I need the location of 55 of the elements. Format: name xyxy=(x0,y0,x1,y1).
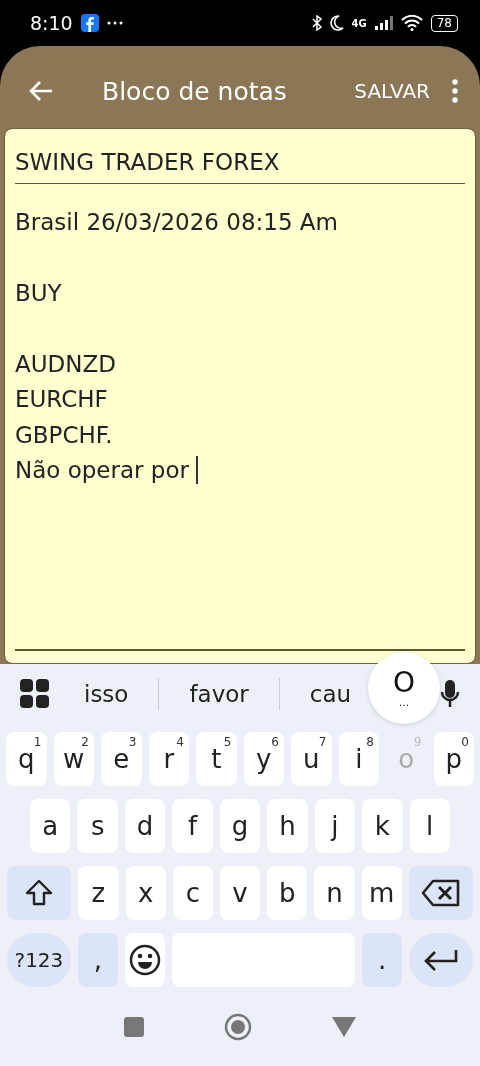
clock-time: 8:10 xyxy=(30,12,73,34)
letter-key[interactable]: z xyxy=(78,866,119,920)
bluetooth-icon xyxy=(311,15,322,31)
letter-key[interactable]: f xyxy=(172,799,213,853)
key-preview-letter: O xyxy=(392,668,415,698)
letter-key[interactable]: n xyxy=(314,866,355,920)
letter-key[interactable]: l xyxy=(409,799,450,853)
enter-icon xyxy=(423,948,460,972)
letter-key[interactable]: h xyxy=(267,799,308,853)
suggestion-chip[interactable]: favor xyxy=(159,678,280,710)
save-button[interactable]: SALVAR xyxy=(350,75,434,107)
backspace-key[interactable] xyxy=(408,866,474,920)
note-line: EURCHF xyxy=(15,386,108,413)
moon-icon xyxy=(329,15,344,31)
note-line: GBPCHF. xyxy=(15,421,113,448)
letter-key[interactable]: x xyxy=(125,866,166,920)
note-line: Não operar por xyxy=(15,457,190,484)
note-title[interactable]: SWING TRADER FOREX xyxy=(15,149,465,184)
battery-level: 78 xyxy=(430,14,458,32)
signal-icon xyxy=(374,16,393,30)
letter-key[interactable]: a xyxy=(30,799,71,853)
suggestion-chip[interactable]: isso xyxy=(54,678,160,710)
enter-key[interactable] xyxy=(409,933,473,987)
letter-key[interactable]: g xyxy=(219,799,261,853)
note-line: BUY xyxy=(15,279,62,306)
emoji-key[interactable] xyxy=(124,933,165,987)
note-line: Brasil 26/03/2026 08:15 Am xyxy=(15,208,338,235)
recents-button[interactable] xyxy=(124,1016,144,1037)
smiley-icon xyxy=(128,944,161,976)
letter-key[interactable]: c xyxy=(172,866,213,920)
letter-key[interactable]: m xyxy=(361,866,402,920)
letter-key[interactable]: s xyxy=(77,799,118,853)
letter-key[interactable]: d xyxy=(124,799,166,853)
home-button[interactable] xyxy=(224,1012,252,1041)
letter-key[interactable]: b xyxy=(267,866,308,920)
network-type: 4G xyxy=(351,17,367,29)
shift-icon xyxy=(24,879,55,907)
back-nav-button[interactable] xyxy=(332,1016,356,1037)
backspace-icon xyxy=(420,878,461,908)
app-title: Bloco de notas xyxy=(102,76,288,106)
more-notifications-icon xyxy=(106,21,123,25)
shift-key[interactable] xyxy=(7,866,72,920)
text-cursor xyxy=(196,456,199,485)
letter-key[interactable]: k xyxy=(362,799,403,853)
note-line: AUDNZD xyxy=(15,350,116,377)
period-key[interactable]: . xyxy=(362,933,403,987)
letter-key[interactable]: j xyxy=(314,799,356,853)
letter-key[interactable]: v xyxy=(219,866,261,920)
comma-key[interactable]: , xyxy=(77,933,118,987)
note-editor[interactable]: SWING TRADER FOREX Brasil 26/03/2026 08:15 Am BUY AUDNZD EURCHF GBPCHF. Não operar por xyxy=(4,128,476,664)
wifi-icon xyxy=(400,15,423,31)
more-variants-dots: ... xyxy=(398,698,410,708)
suggestion-chip[interactable]: cau xyxy=(279,678,352,710)
facebook-icon xyxy=(80,14,99,32)
symbols-key[interactable]: ?123 xyxy=(7,933,71,987)
